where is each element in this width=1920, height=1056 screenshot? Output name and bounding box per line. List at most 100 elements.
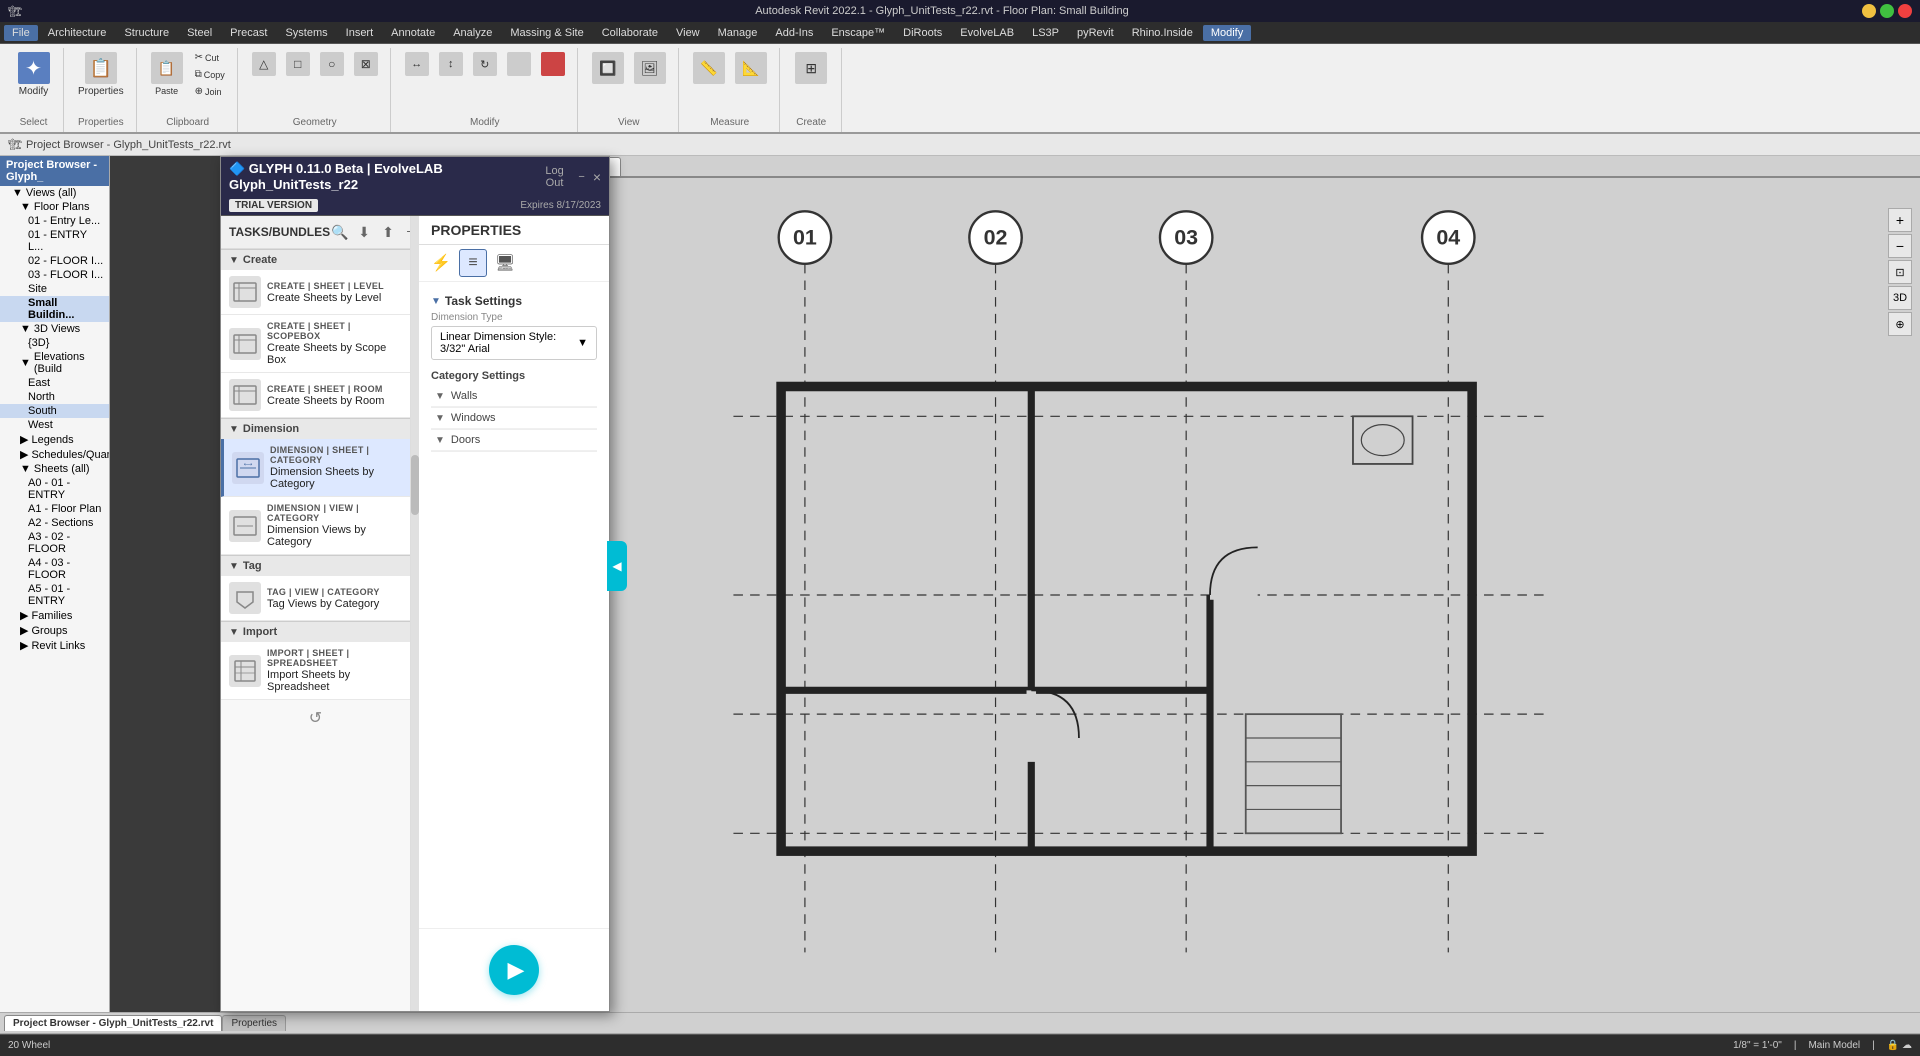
window-controls[interactable]	[1862, 4, 1912, 18]
section-header-create[interactable]: ▼ Create	[221, 249, 410, 270]
pb-item-small-building[interactable]: Small Buildin...	[0, 296, 109, 322]
pb-item-schedules[interactable]: ▶ Schedules/Quant...	[0, 447, 109, 462]
pb-item-families[interactable]: ▶ Families	[0, 608, 109, 623]
pb-item-3d[interactable]: {3D}	[0, 336, 109, 350]
menu-architecture[interactable]: Architecture	[40, 25, 115, 41]
ribbon-btn-measure1[interactable]: 📏	[689, 50, 729, 88]
menu-precast[interactable]: Precast	[222, 25, 275, 41]
ribbon-btn-props[interactable]: 📋 Properties	[74, 50, 128, 99]
section-header-tag[interactable]: ▼ Tag	[221, 555, 410, 576]
play-run-button[interactable]: ▶	[489, 945, 539, 995]
menu-view[interactable]: View	[668, 25, 708, 41]
pb-item-sheet-a5[interactable]: A5 - 01 - ENTRY	[0, 582, 109, 608]
menu-steel[interactable]: Steel	[179, 25, 220, 41]
search-tasks-button[interactable]: 🔍	[330, 222, 350, 242]
task-settings-section[interactable]: ▼ Task Settings	[431, 290, 597, 312]
zoom-out-button[interactable]: −	[1888, 234, 1912, 258]
pb-item-entry-l[interactable]: 01 - ENTRY L...	[0, 228, 109, 254]
ribbon-btn-geom2[interactable]: □	[282, 50, 314, 80]
pb-item-floor2[interactable]: 03 - FLOOR I...	[0, 268, 109, 282]
ribbon-btn-join[interactable]: ⊕Join	[191, 84, 229, 99]
pb-item-south[interactable]: South	[0, 404, 109, 418]
ribbon-btn-mod2[interactable]: ↕	[435, 50, 467, 80]
pb-item-sheet-a2[interactable]: A2 - Sections	[0, 516, 109, 530]
tab-project-browser[interactable]: Project Browser - Glyph_UnitTests_r22.rv…	[4, 1015, 222, 1031]
pb-item-legends[interactable]: ▶ Legends	[0, 432, 109, 447]
menu-insert[interactable]: Insert	[338, 25, 382, 41]
download-tasks-button[interactable]: ⬇	[354, 222, 374, 242]
ribbon-btn-paste[interactable]: 📋 Paste	[147, 50, 187, 99]
logout-button[interactable]: Log Out	[539, 165, 571, 189]
tasks-scrollbar[interactable]	[411, 216, 419, 1011]
ribbon-btn-geom3[interactable]: ○	[316, 50, 348, 80]
menu-pyrevit[interactable]: pyRevit	[1069, 25, 1122, 41]
menu-manage[interactable]: Manage	[710, 25, 766, 41]
menu-file[interactable]: File	[4, 25, 38, 41]
zoom-fit-button[interactable]: ⊡	[1888, 260, 1912, 284]
menu-analyze[interactable]: Analyze	[445, 25, 500, 41]
menu-rhinoinside[interactable]: Rhino.Inside	[1124, 25, 1201, 41]
pb-item-views-all[interactable]: ▼ Views (all)	[0, 186, 109, 200]
refresh-button[interactable]: ↺	[309, 708, 322, 728]
ribbon-btn-mod3[interactable]: ↻	[469, 50, 501, 80]
pb-item-sheet-a0[interactable]: A0 - 01 - ENTRY	[0, 476, 109, 502]
pb-item-sheet-a3[interactable]: A3 - 02 - FLOOR	[0, 530, 109, 556]
category-walls[interactable]: ▼ Walls	[431, 386, 597, 407]
menu-diroots[interactable]: DiRoots	[895, 25, 950, 41]
run-toolbar-button[interactable]: ⚡	[427, 249, 455, 277]
menu-ls3p[interactable]: LS3P	[1024, 25, 1067, 41]
maximize-button[interactable]	[1880, 4, 1894, 18]
menu-addins[interactable]: Add-Ins	[767, 25, 821, 41]
pb-item-floor1[interactable]: 02 - FLOOR I...	[0, 254, 109, 268]
minimize-glyph-icon[interactable]: −	[578, 171, 584, 183]
menu-modify[interactable]: Modify	[1203, 25, 1251, 41]
ribbon-btn-geom4[interactable]: ⊠	[350, 50, 382, 80]
pb-item-site[interactable]: Site	[0, 282, 109, 296]
pb-item-elevations[interactable]: ▼ Elevations (Build	[0, 350, 109, 376]
category-doors[interactable]: ▼ Doors	[431, 430, 597, 451]
ribbon-btn-mod1[interactable]: ↔	[401, 50, 433, 80]
section-header-dimension[interactable]: ▼ Dimension	[221, 418, 410, 439]
zoom-in-button[interactable]: +	[1888, 208, 1912, 232]
ribbon-btn-measure2[interactable]: 📐	[731, 50, 771, 88]
pb-item-east[interactable]: East	[0, 376, 109, 390]
pb-item-sheets-all[interactable]: ▼ Sheets (all)	[0, 462, 109, 476]
menu-collaborate[interactable]: Collaborate	[594, 25, 666, 41]
pb-item-revit-links[interactable]: ▶ Revit Links	[0, 638, 109, 653]
pb-item-sheet-a1[interactable]: A1 - Floor Plan	[0, 502, 109, 516]
pb-item-3d-views[interactable]: ▼ 3D Views	[0, 322, 109, 336]
task-import-sheet-spreadsheet[interactable]: IMPORT | SHEET | SPREADSHEET Import Shee…	[221, 642, 410, 700]
pb-item-groups[interactable]: ▶ Groups	[0, 623, 109, 638]
tab-properties-bottom[interactable]: Properties	[222, 1015, 286, 1031]
ribbon-btn-mod4[interactable]	[503, 50, 535, 80]
menu-evolvelab[interactable]: EvolveLAB	[952, 25, 1022, 41]
menu-annotate[interactable]: Annotate	[383, 25, 443, 41]
section-header-import[interactable]: ▼ Import	[221, 621, 410, 642]
task-dimension-sheet-category[interactable]: ⟷ DIMENSION | SHEET | CATEGORY Dimension…	[221, 439, 410, 497]
ribbon-btn-create1[interactable]: ⊞	[791, 50, 831, 88]
task-create-sheet-room[interactable]: CREATE | SHEET | ROOM Create Sheets by R…	[221, 373, 410, 418]
ribbon-btn-view1[interactable]: 🔲	[588, 50, 628, 88]
canvas-viewport[interactable]: 01 02 03 04	[500, 178, 1920, 1012]
add-task-button[interactable]: ＋	[402, 222, 411, 242]
pb-item-entry-le[interactable]: 01 - Entry Le...	[0, 214, 109, 228]
upload-tasks-button[interactable]: ⬆	[378, 222, 398, 242]
ribbon-btn-geom1[interactable]: △	[248, 50, 280, 80]
dimension-type-dropdown[interactable]: Linear Dimension Style: 3/32" Arial ▼	[431, 326, 597, 360]
close-glyph-icon[interactable]: ×	[593, 169, 601, 185]
menu-enscape[interactable]: Enscape™	[823, 25, 893, 41]
pb-item-sheet-a4[interactable]: A4 - 03 - FLOOR	[0, 556, 109, 582]
ribbon-btn-modify[interactable]: ✦ Modify	[14, 50, 54, 99]
pb-item-floor-plans[interactable]: ▼ Floor Plans	[0, 200, 109, 214]
pb-item-north[interactable]: North	[0, 390, 109, 404]
view-3d-button[interactable]: 3D	[1888, 286, 1912, 310]
pb-item-west[interactable]: West	[0, 418, 109, 432]
task-tag-view-category[interactable]: TAG | VIEW | CATEGORY Tag Views by Categ…	[221, 576, 410, 621]
ribbon-btn-cut[interactable]: ✂Cut	[191, 50, 229, 65]
close-button[interactable]	[1898, 4, 1912, 18]
minimize-button[interactable]	[1862, 4, 1876, 18]
task-create-sheet-level[interactable]: CREATE | SHEET | LEVEL Create Sheets by …	[221, 270, 410, 315]
ribbon-btn-view2[interactable]: 🖼	[630, 50, 670, 88]
category-windows[interactable]: ▼ Windows	[431, 408, 597, 429]
menu-structure[interactable]: Structure	[116, 25, 177, 41]
